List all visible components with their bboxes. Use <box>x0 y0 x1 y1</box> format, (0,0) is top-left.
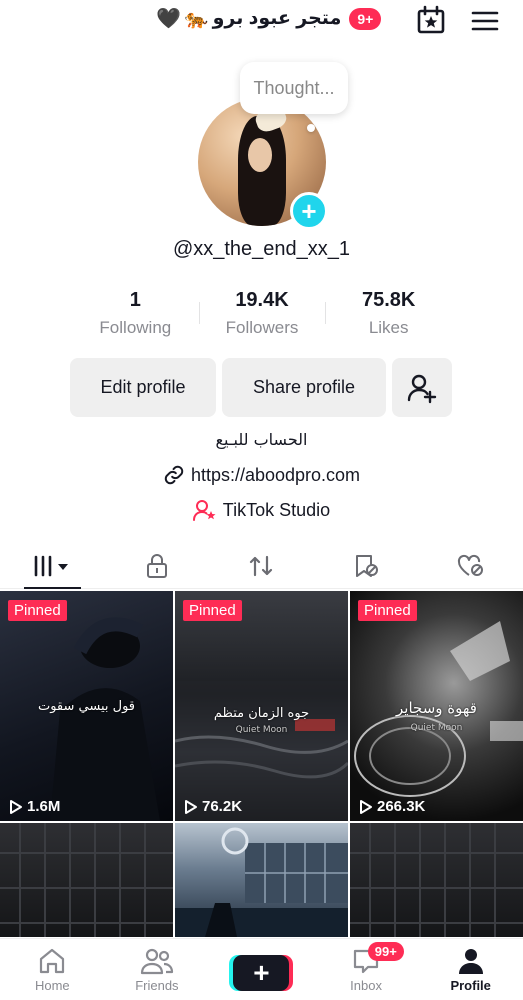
view-count-text: 1.6M <box>27 798 61 815</box>
share-profile-button[interactable]: Share profile <box>222 358 386 417</box>
nav-inbox-label: Inbox <box>350 978 382 993</box>
thought-text: Thought... <box>253 77 335 98</box>
profile-icon <box>458 949 483 974</box>
stat-likes[interactable]: 75.8K Likes <box>325 286 452 342</box>
repost-icon <box>250 555 273 576</box>
stats-row: 1 Following 19.4K Followers 75.8K Likes <box>72 286 452 342</box>
thumbnail-art <box>0 823 173 937</box>
stat-following[interactable]: 1 Following <box>72 286 199 342</box>
avatar-face <box>248 138 272 172</box>
pinned-badge: Pinned <box>8 600 67 621</box>
add-user-icon <box>407 374 437 403</box>
nav-home[interactable]: Home <box>0 939 105 1000</box>
nav-home-label: Home <box>34 978 70 993</box>
video-thumbnail[interactable]: قول بيسي سقوت Pinned 1.6M <box>0 591 173 821</box>
thumbnail-art <box>350 823 523 937</box>
video-watermark: Quiet Moon <box>410 723 463 733</box>
video-grid: قول بيسي سقوت Pinned 1.6M جوه الزمان متظ… <box>0 591 523 937</box>
stat-label: Followers <box>225 318 299 337</box>
tab-favorites[interactable] <box>314 543 419 588</box>
view-count-text: 266.3K <box>377 798 426 815</box>
play-icon <box>185 799 197 814</box>
profile-actions: Edit profile Share profile <box>70 358 452 417</box>
menu-icon[interactable] <box>471 8 499 34</box>
video-watermark: Quiet Moon <box>235 725 288 735</box>
stat-followers[interactable]: 19.4K Followers <box>198 286 326 342</box>
video-thumbnail[interactable] <box>175 823 348 937</box>
video-thumbnail[interactable]: جوه الزمان متظم Quiet Moon Pinned 76.2K <box>175 591 348 821</box>
notification-badge: 9+ <box>349 7 382 30</box>
tab-liked[interactable] <box>418 543 523 588</box>
home-icon <box>40 948 65 974</box>
video-thumbnail[interactable]: قهوة وسجاير Quiet Moon Pinned 266.3K <box>350 591 523 821</box>
tiktok-studio-link[interactable]: TikTok Studio <box>0 499 523 521</box>
thought-bubble-tail <box>307 124 315 132</box>
stat-value: 75.8K <box>361 289 416 311</box>
edit-profile-button[interactable]: Edit profile <box>70 358 216 417</box>
bookmark-hidden-icon <box>356 554 379 577</box>
heart-hidden-icon <box>457 554 483 576</box>
tab-private[interactable] <box>105 543 210 588</box>
video-caption: جوه الزمان متظم <box>213 706 310 721</box>
video-caption: قهوة وسجاير <box>396 699 477 717</box>
tab-videos[interactable] <box>0 543 105 589</box>
nav-create[interactable]: + <box>209 939 314 1000</box>
pinned-badge: Pinned <box>183 600 242 621</box>
stat-label: Likes <box>368 318 409 337</box>
account-switcher[interactable]: 🖤 🐅 متجر عبود برو 9+ <box>156 6 382 31</box>
tab-reposts[interactable] <box>209 543 314 588</box>
play-icon <box>360 799 372 814</box>
tiger-emoji: 🐅 <box>184 8 209 30</box>
account-title: متجر عبود برو <box>212 8 342 29</box>
create-plus-icon: + <box>233 955 290 991</box>
view-count: 266.3K <box>359 798 425 815</box>
nav-inbox[interactable]: Inbox 99+ <box>314 939 419 1000</box>
thought-bubble[interactable]: Thought... <box>240 62 348 114</box>
calendar-star-icon[interactable] <box>416 5 446 35</box>
studio-user-star-icon <box>192 500 216 521</box>
username: @xx_the_end_xx_1 <box>172 238 351 260</box>
grid-bars-icon <box>34 555 69 576</box>
stat-label: Following <box>99 318 172 337</box>
stat-value: 1 <box>129 289 141 311</box>
inbox-badge: 99+ <box>367 942 404 961</box>
view-count: 76.2K <box>184 798 242 815</box>
play-icon <box>10 799 22 814</box>
nav-profile-label: Profile <box>450 978 491 993</box>
video-thumbnail[interactable] <box>0 823 173 937</box>
friends-icon <box>140 948 173 975</box>
add-plus-icon[interactable]: + <box>290 192 328 230</box>
profile-link[interactable]: https://aboodpro.com <box>0 464 523 486</box>
view-count-text: 76.2K <box>202 798 243 815</box>
view-count: 1.6M <box>9 798 60 815</box>
video-caption: قول بيسي سقوت <box>37 699 136 714</box>
add-friend-button[interactable] <box>392 358 452 417</box>
nav-friends-label: Friends <box>135 978 179 993</box>
bio-text: الحساب للبـيع <box>215 430 308 449</box>
studio-label: TikTok Studio <box>222 499 331 520</box>
nav-profile[interactable]: Profile <box>418 939 523 1000</box>
stat-value: 19.4K <box>235 289 289 311</box>
link-text: https://aboodpro.com <box>190 464 361 485</box>
lock-icon <box>146 553 167 578</box>
bottom-nav: Home Friends + Inbox 99+ Profile <box>0 938 523 1000</box>
link-icon <box>164 465 184 485</box>
pinned-badge: Pinned <box>358 600 417 621</box>
nav-friends[interactable]: Friends <box>105 939 210 1000</box>
video-thumbnail[interactable] <box>350 823 523 937</box>
heart-emoji: 🖤 <box>156 8 181 30</box>
thumbnail-art <box>175 827 348 937</box>
top-bar: 🖤 🐅 متجر عبود برو 9+ <box>0 0 523 44</box>
content-tabs <box>0 543 523 589</box>
